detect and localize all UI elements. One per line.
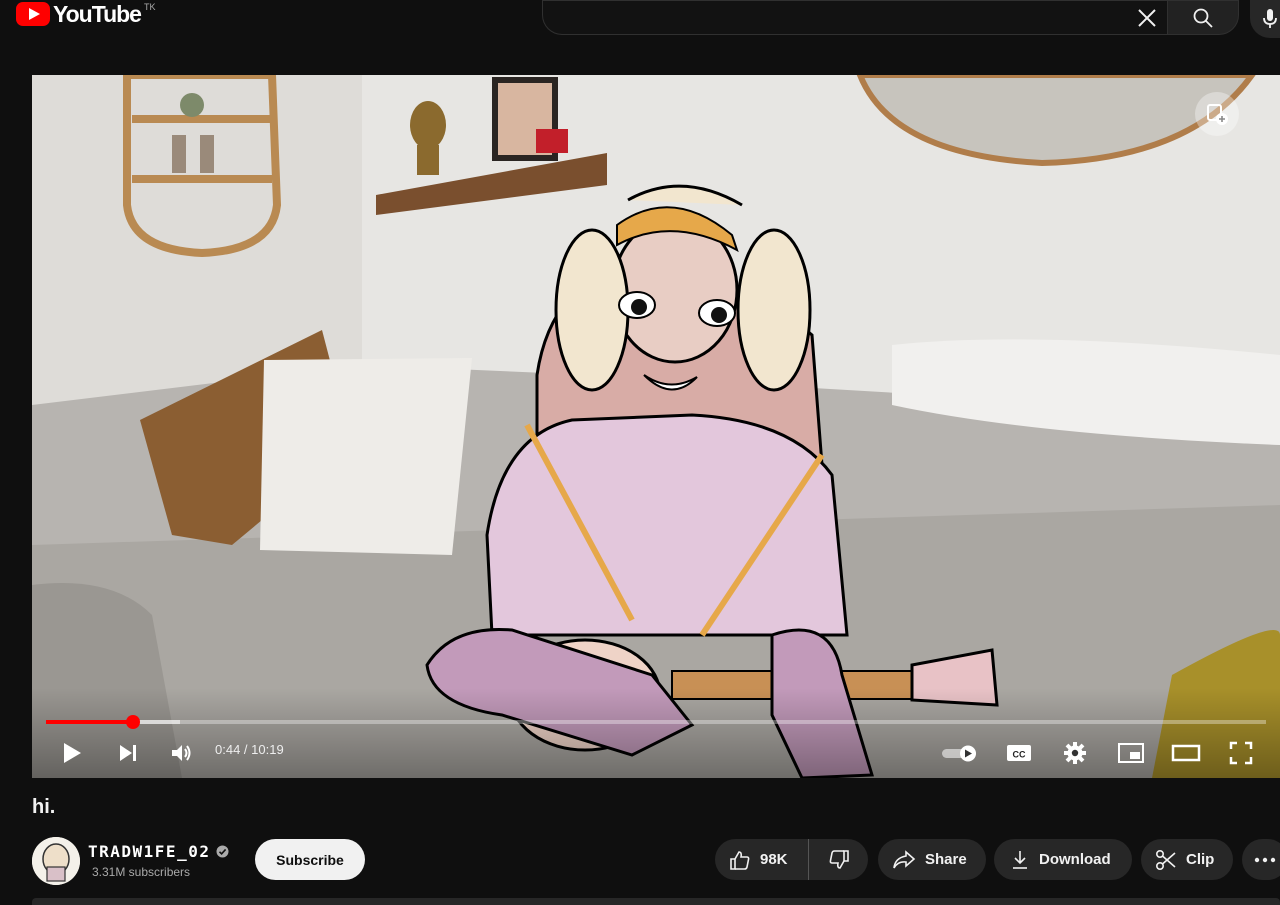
channel-name: TRADW1FE_02 [88, 842, 211, 861]
time-display: 0:44 / 10:19 [215, 742, 284, 757]
scissors-icon [1155, 849, 1176, 870]
thumbs-down-icon [829, 849, 849, 869]
next-icon [120, 745, 136, 761]
more-horizontal-icon [1254, 857, 1276, 862]
captions-icon: CC [1007, 745, 1031, 761]
search-input[interactable] [561, 1, 1125, 36]
controls-gradient [32, 688, 1280, 778]
progress-bar[interactable] [46, 715, 1266, 729]
captions-button[interactable]: CC [1002, 735, 1036, 771]
more-actions-button[interactable] [1242, 839, 1280, 880]
progress-played [46, 720, 133, 724]
share-icon [893, 849, 916, 868]
miniplayer-button[interactable] [1114, 735, 1148, 771]
verified-check-icon [216, 845, 229, 858]
duration: 10:19 [251, 742, 284, 757]
play-button[interactable] [56, 735, 88, 771]
avatar-image [32, 837, 80, 885]
subscribe-button[interactable]: Subscribe [255, 839, 365, 880]
add-to-playlist-icon [1207, 104, 1228, 125]
share-label: Share [925, 851, 967, 868]
voice-search-button[interactable] [1250, 0, 1280, 38]
search-icon [1193, 8, 1213, 28]
channel-avatar[interactable] [32, 837, 80, 885]
download-label: Download [1039, 851, 1111, 868]
next-button[interactable] [112, 735, 144, 771]
settings-button[interactable] [1058, 735, 1092, 771]
time-separator: / [240, 742, 252, 757]
miniplayer-icon [1118, 743, 1144, 763]
youtube-logo-icon [16, 2, 50, 26]
subscriber-count: 3.31M subscribers [92, 865, 191, 879]
logo-text: YouTube [53, 0, 142, 27]
thumbs-up-icon [730, 850, 750, 870]
download-icon [1013, 850, 1027, 869]
download-button[interactable]: Download [994, 839, 1132, 880]
description-box-edge [32, 898, 1280, 905]
clip-button[interactable]: Clip [1141, 839, 1233, 880]
progress-scrubber[interactable] [125, 715, 140, 729]
video-title: hi. [32, 796, 56, 818]
dislike-button[interactable] [809, 839, 868, 880]
share-button[interactable]: Share [878, 839, 986, 880]
close-icon [1138, 8, 1156, 27]
like-button[interactable]: 98K [715, 839, 809, 880]
autoplay-toggle[interactable] [938, 735, 982, 771]
volume-button[interactable] [166, 735, 198, 771]
theater-mode-button[interactable] [1168, 735, 1204, 771]
play-icon [64, 743, 81, 763]
top-bar: YouTube TK [0, 0, 1280, 56]
volume-icon [172, 745, 191, 761]
fullscreen-icon [1229, 741, 1253, 765]
autoplay-toggle-icon [942, 745, 976, 762]
current-time: 0:44 [215, 742, 241, 757]
youtube-logo[interactable]: YouTube TK [16, 0, 155, 28]
like-dislike-group: 98K [715, 839, 868, 880]
svg-text:CC: CC [1013, 750, 1026, 760]
add-to-playlist-button[interactable] [1195, 92, 1239, 136]
country-code: TK [143, 2, 156, 12]
fullscreen-button[interactable] [1224, 735, 1258, 771]
video-frame [32, 75, 1280, 778]
video-player[interactable]: 0:44 / 10:19 CC [32, 75, 1280, 778]
like-count: 98K [760, 851, 788, 868]
search-box[interactable] [542, 0, 1167, 36]
clip-label: Clip [1186, 851, 1215, 868]
channel-name-link[interactable]: TRADW1FE_02 [88, 842, 229, 861]
clear-search-button[interactable] [1128, 0, 1166, 35]
settings-icon [1064, 742, 1086, 764]
theater-mode-icon [1171, 744, 1201, 762]
search-button[interactable] [1167, 0, 1239, 35]
microphone-icon [1263, 9, 1277, 28]
